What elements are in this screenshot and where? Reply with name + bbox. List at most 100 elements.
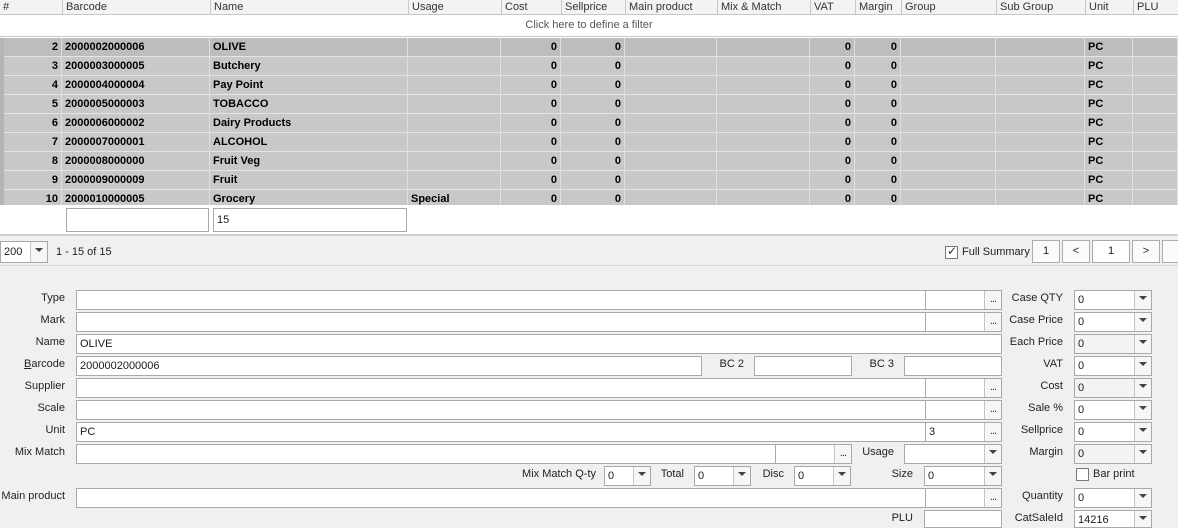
mark-lookup[interactable]: ...: [925, 312, 1002, 332]
table-row[interactable]: 3 2000003000005 Butchery 0 0 0 0 PC: [0, 57, 1178, 76]
next-page-button[interactable]: >: [1132, 240, 1160, 263]
cell-name[interactable]: ALCOHOL: [210, 133, 408, 152]
col-header-barcode[interactable]: Barcode: [62, 0, 210, 15]
cell-usage[interactable]: [408, 38, 501, 57]
cell-group[interactable]: [901, 114, 996, 133]
cell-barcode[interactable]: 2000002000006: [62, 38, 210, 57]
cell-main-product[interactable]: [625, 76, 717, 95]
cell-plu[interactable]: [1133, 171, 1178, 190]
cell-mix-match[interactable]: [717, 114, 810, 133]
cell-barcode[interactable]: 2000008000000: [62, 152, 210, 171]
cell-mix-match[interactable]: [717, 76, 810, 95]
col-header-main-product[interactable]: Main product: [625, 0, 717, 15]
filter-row[interactable]: Click here to define a filter: [0, 15, 1178, 37]
cell-num[interactable]: 7: [0, 133, 62, 152]
supplier-lookup[interactable]: ...: [925, 378, 1002, 398]
cell-cost[interactable]: 0: [501, 133, 561, 152]
products-grid[interactable]: # Barcode Name Usage Cost Sellprice Main…: [0, 0, 1178, 205]
cell-plu[interactable]: [1133, 114, 1178, 133]
cell-mix-match[interactable]: [717, 171, 810, 190]
cell-unit[interactable]: PC: [1085, 114, 1133, 133]
col-header-mix-match[interactable]: Mix & Match: [717, 0, 810, 15]
cell-num[interactable]: 5: [0, 95, 62, 114]
cell-unit[interactable]: PC: [1085, 95, 1133, 114]
ellipsis-icon[interactable]: ...: [984, 313, 1001, 331]
chevron-down-icon[interactable]: [1134, 445, 1151, 463]
table-row[interactable]: 4 2000004000004 Pay Point 0 0 0 0 PC: [0, 76, 1178, 95]
margin-select[interactable]: 0: [1074, 444, 1152, 464]
barcode-input[interactable]: 2000002000006: [76, 356, 702, 376]
col-header-usage[interactable]: Usage: [408, 0, 501, 15]
cell-main-product[interactable]: [625, 152, 717, 171]
cell-mix-match[interactable]: [717, 190, 810, 205]
type-input[interactable]: [76, 290, 926, 310]
col-header-name[interactable]: Name: [210, 0, 408, 15]
total-select[interactable]: 0: [694, 466, 751, 486]
cell-name[interactable]: OLIVE: [210, 38, 408, 57]
cost-select[interactable]: 0: [1074, 378, 1152, 398]
prev-page-button[interactable]: <: [1062, 240, 1090, 263]
chevron-down-icon[interactable]: [1134, 291, 1151, 309]
case-qty-select[interactable]: 0: [1074, 290, 1152, 310]
cell-name[interactable]: Fruit: [210, 171, 408, 190]
col-header-unit[interactable]: Unit: [1085, 0, 1133, 15]
cell-sub-group[interactable]: [996, 133, 1085, 152]
col-header-plu[interactable]: PLU: [1133, 0, 1178, 15]
table-row[interactable]: 6 2000006000002 Dairy Products 0 0 0 0 PC: [0, 114, 1178, 133]
chevron-down-icon[interactable]: [984, 467, 1001, 485]
col-header-cost[interactable]: Cost: [501, 0, 561, 15]
ellipsis-icon[interactable]: ...: [984, 291, 1001, 309]
current-page-field[interactable]: 1: [1092, 240, 1130, 263]
cell-margin[interactable]: 0: [855, 114, 901, 133]
bc2-input[interactable]: [754, 356, 852, 376]
cell-sellprice[interactable]: 0: [561, 152, 625, 171]
cell-margin[interactable]: 0: [855, 57, 901, 76]
usage-select[interactable]: [904, 444, 1002, 464]
plu-input[interactable]: [924, 510, 1002, 528]
cell-sellprice[interactable]: 0: [561, 190, 625, 205]
chevron-down-icon[interactable]: [984, 445, 1001, 463]
cell-num[interactable]: 8: [0, 152, 62, 171]
scale-lookup[interactable]: ...: [925, 400, 1002, 420]
cell-name[interactable]: Dairy Products: [210, 114, 408, 133]
cell-plu[interactable]: [1133, 57, 1178, 76]
ellipsis-icon[interactable]: ...: [984, 423, 1001, 441]
ellipsis-icon[interactable]: ...: [984, 489, 1001, 507]
cell-vat[interactable]: 0: [810, 114, 855, 133]
cell-vat[interactable]: 0: [810, 57, 855, 76]
cell-cost[interactable]: 0: [501, 76, 561, 95]
cell-margin[interactable]: 0: [855, 76, 901, 95]
chevron-down-icon[interactable]: [1134, 357, 1151, 375]
table-row[interactable]: 8 2000008000000 Fruit Veg 0 0 0 0 PC: [0, 152, 1178, 171]
cell-num[interactable]: 9: [0, 171, 62, 190]
cell-mix-match[interactable]: [717, 152, 810, 171]
cell-group[interactable]: [901, 38, 996, 57]
cell-main-product[interactable]: [625, 190, 717, 205]
cell-sub-group[interactable]: [996, 190, 1085, 205]
col-header-vat[interactable]: VAT: [810, 0, 855, 15]
cell-mix-match[interactable]: [717, 38, 810, 57]
cell-vat[interactable]: 0: [810, 38, 855, 57]
cell-sub-group[interactable]: [996, 152, 1085, 171]
cell-usage[interactable]: [408, 152, 501, 171]
cell-sub-group[interactable]: [996, 57, 1085, 76]
cell-sellprice[interactable]: 0: [561, 57, 625, 76]
unit-qty-input[interactable]: 3...: [925, 422, 1002, 442]
table-row[interactable]: 9 2000009000009 Fruit 0 0 0 0 PC: [0, 171, 1178, 190]
bar-print-checkbox[interactable]: [1076, 468, 1089, 481]
cell-barcode[interactable]: 2000006000002: [62, 114, 210, 133]
cell-usage[interactable]: [408, 114, 501, 133]
cell-barcode[interactable]: 2000007000001: [62, 133, 210, 152]
col-header-sub-group[interactable]: Sub Group: [996, 0, 1085, 15]
cell-usage[interactable]: Special: [408, 190, 501, 205]
cell-unit[interactable]: PC: [1085, 171, 1133, 190]
cell-usage[interactable]: [408, 133, 501, 152]
table-row[interactable]: 2 2000002000006 OLIVE 0 0 0 0 PC: [0, 38, 1178, 57]
main-product-lookup[interactable]: ...: [925, 488, 1002, 508]
cell-plu[interactable]: [1133, 76, 1178, 95]
cell-name[interactable]: Grocery: [210, 190, 408, 205]
mm-qty-select[interactable]: 0: [604, 466, 651, 486]
col-header-num[interactable]: #: [0, 0, 62, 15]
cell-unit[interactable]: PC: [1085, 190, 1133, 205]
table-row[interactable]: 5 2000005000003 TOBACCO 0 0 0 0 PC: [0, 95, 1178, 114]
